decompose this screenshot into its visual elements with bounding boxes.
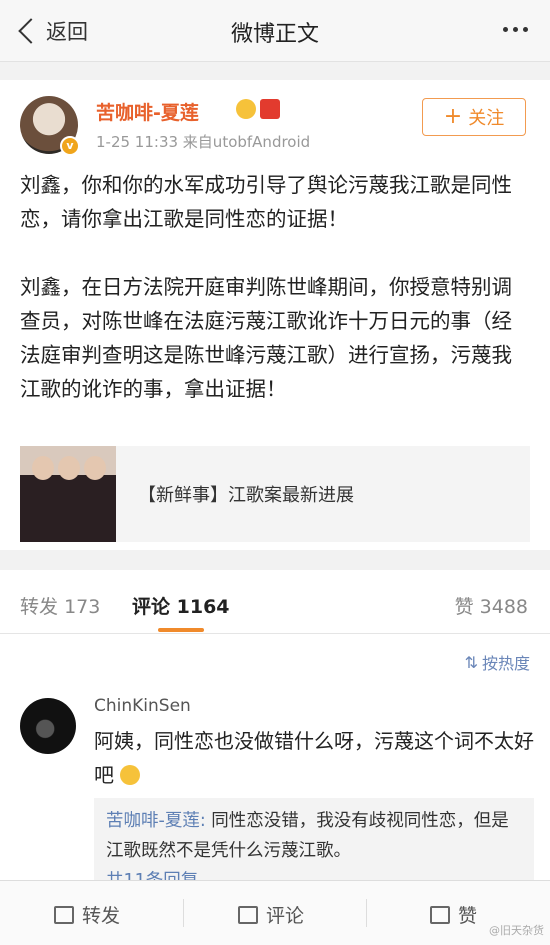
thumbs-up-icon	[430, 905, 450, 924]
tab-comment-label: 评论	[132, 596, 171, 618]
reply-preview[interactable]: 苦咖啡-夏莲: 同性恋没错，我没有歧视同性恋，但是江歌既然不是凭什么污蔑江歌。 …	[94, 798, 534, 886]
comment-body: 阿姨，同性恋也没做错什么呀，污蔑这个词不太好吧	[94, 729, 534, 787]
follow-button[interactable]: + 关注	[422, 98, 526, 136]
sort-icon: ⇅	[464, 652, 478, 672]
post-paragraph: 刘鑫，在日方法院开庭审判陈世峰期间，你授意特别调查员，对陈世峰在法庭污蔑江歌讹诈…	[20, 275, 512, 401]
tab-repost-count: 173	[64, 596, 101, 618]
card-title: 【新鲜事】江歌案最新进展	[138, 485, 354, 506]
bottom-toolbar: 转发 评论 赞	[0, 880, 550, 945]
comment-text: 阿姨，同性恋也没做错什么呀，污蔑这个词不太好吧	[94, 724, 534, 792]
link-card[interactable]: 【新鲜事】江歌案最新进展	[20, 446, 530, 542]
tab-repost-label: 转发	[20, 596, 59, 618]
card-thumbnail	[20, 446, 116, 542]
verified-badge-icon: v	[60, 136, 80, 156]
like-button[interactable]: 赞	[430, 901, 477, 928]
sort-bar: ⇅ 按热度	[0, 634, 550, 686]
post-meta: 1-25 11:33 来自utobfAndroid	[96, 133, 311, 151]
more-icon[interactable]	[503, 27, 528, 32]
tab-comment[interactable]: 评论 1164	[132, 592, 230, 619]
commenter-avatar[interactable]	[20, 698, 76, 754]
comment-icon	[238, 905, 258, 924]
sort-label: 按热度	[481, 654, 530, 673]
like-label: 赞	[458, 905, 478, 927]
sad-emoji-icon	[120, 765, 141, 785]
nav-bar: 返回 微博正文	[0, 0, 550, 62]
sort-button[interactable]: ⇅ 按热度	[465, 650, 530, 674]
tab-like-label: 赞	[454, 596, 474, 618]
post-paragraph: 刘鑫，你和你的水军成功引导了舆论污蔑我江歌是同性恋，请你拿出江歌是同性恋的证据！	[20, 173, 512, 231]
tab-like[interactable]: 赞 3488	[455, 592, 528, 619]
plus-icon: +	[443, 104, 463, 129]
commenter-name[interactable]: ChinKinSen	[94, 696, 191, 716]
active-tab-indicator	[158, 628, 204, 632]
red-envelope-icon	[260, 99, 280, 119]
weibo-post: v 苦咖啡-夏莲 1-25 11:33 来自utobfAndroid + 关注 …	[0, 80, 550, 550]
repost-label: 转发	[82, 905, 121, 927]
follow-label: 关注	[468, 108, 505, 129]
watermark: @旧天杂货	[489, 924, 544, 937]
author-name[interactable]: 苦咖啡-夏莲	[96, 98, 199, 125]
comment-button[interactable]: 评论	[238, 901, 304, 928]
author-badges	[236, 99, 280, 119]
page-title: 微博正文	[230, 22, 319, 47]
reply-author[interactable]: 苦咖啡-夏莲	[106, 811, 200, 831]
tab-repost[interactable]: 转发 173	[20, 592, 100, 619]
tab-like-count: 3488	[479, 596, 528, 618]
emoji-badge-icon	[236, 99, 256, 119]
page: 返回 微博正文 v 苦咖啡-夏莲 1-25 11:33 来自utobfAndro…	[0, 0, 550, 945]
comment-item: ChinKinSen 阿姨，同性恋也没做错什么呀，污蔑这个词不太好吧 苦咖啡-夏…	[0, 686, 550, 886]
stats-tabs: 转发 173 评论 1164 赞 3488	[0, 570, 550, 634]
share-icon	[54, 905, 74, 924]
post-body: 刘鑫，你和你的水军成功引导了舆论污蔑我江歌是同性恋，请你拿出江歌是同性恋的证据！…	[20, 168, 532, 406]
repost-button[interactable]: 转发	[54, 901, 120, 928]
tab-comment-count: 1164	[176, 596, 230, 618]
comment-label: 评论	[266, 905, 305, 927]
